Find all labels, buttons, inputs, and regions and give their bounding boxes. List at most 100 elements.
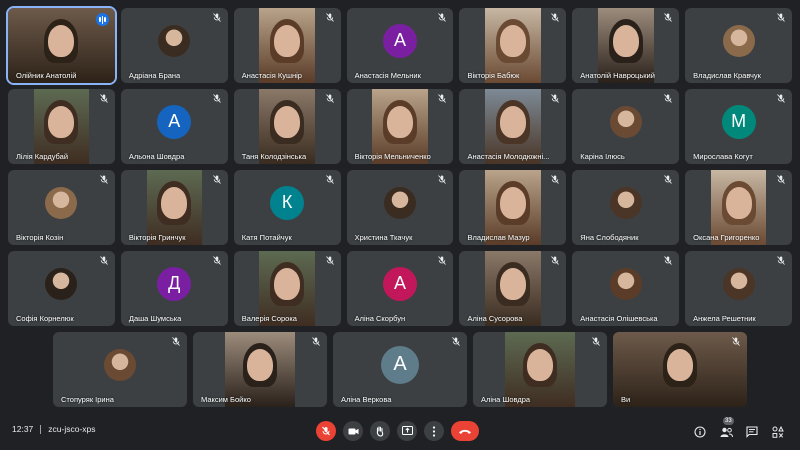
side-panel-buttons: 33 [694, 417, 784, 438]
participant-tile[interactable]: Владислав Кравчук [685, 8, 793, 83]
participant-tile[interactable]: Вікторія Козін [8, 170, 115, 245]
muted-mic-icon [551, 175, 560, 184]
participant-name: Анатолій Навроцький [580, 71, 655, 80]
video-person-face [725, 186, 752, 219]
participant-tile[interactable]: Анжела Решетник [685, 251, 793, 326]
camera-icon [348, 428, 358, 434]
participant-tile[interactable]: Оксана Григоренко [685, 170, 793, 245]
video-person-face [48, 24, 75, 57]
people-icon [720, 427, 733, 438]
participant-tile[interactable]: Христина Ткачук [346, 170, 454, 245]
mic-toggle-button[interactable] [316, 421, 336, 441]
video-person-face [526, 348, 553, 381]
muted-mic-icon [551, 13, 560, 22]
participant-tile[interactable]: Владислав Мазур [459, 170, 567, 245]
raise-hand-icon [376, 425, 384, 437]
participant-tile[interactable]: Стопуряк Ірина [53, 332, 187, 407]
participant-name: Валерія Сорока [241, 314, 297, 323]
muted-mic-icon [325, 13, 334, 22]
video-person-face [161, 186, 188, 219]
participant-tile[interactable]: Аліна Сусорова [459, 251, 567, 326]
muted-mic-icon [452, 337, 460, 346]
participant-tile[interactable]: А Аліна Скорбун [346, 251, 454, 326]
participant-row: Софія Корнелюк Д Даша Шумська Валерія Сорок… [8, 251, 793, 326]
participant-name: Адріана Брана [128, 71, 181, 80]
participant-tile[interactable]: Аліна Шовдра [473, 332, 607, 407]
participant-name: Софія Корнелюк [16, 314, 74, 323]
participant-name: Аліна Скорбун [354, 314, 406, 323]
muted-mic-icon [100, 94, 108, 103]
avatar-photo [609, 105, 642, 138]
participant-tile[interactable]: Ви [613, 332, 747, 407]
raise-hand-button[interactable] [370, 421, 390, 441]
participant-name: Вікторія Гринчук [128, 233, 186, 242]
activities-button[interactable] [772, 425, 784, 438]
participant-tile[interactable]: М Мирослава Когут [685, 89, 793, 164]
avatar-photo [45, 186, 78, 219]
avatar-photo [104, 348, 136, 381]
participant-tile[interactable]: Вікторія Гринчук [120, 170, 228, 245]
muted-mic-icon [551, 256, 560, 265]
participant-tile[interactable]: Максим Бойко [193, 332, 327, 407]
meeting-details[interactable]: 12:37 zcu-jsco-xps [12, 424, 96, 435]
participant-tile[interactable]: Олійник Анатолій [6, 6, 117, 85]
participant-tile[interactable]: А Аліна Веркова [333, 332, 467, 407]
participant-tile[interactable]: Анастасія Молодюжні... [459, 89, 567, 164]
muted-mic-icon [592, 337, 600, 346]
avatar-initial: А [383, 266, 417, 301]
participant-tile[interactable]: Д Даша Шумська [120, 251, 228, 326]
participant-tile[interactable]: К Катя Потайчук [233, 170, 341, 245]
muted-mic-icon [325, 175, 334, 184]
participant-name: Даша Шумська [128, 314, 182, 323]
participant-tile[interactable]: Вікторія Мельниченко [346, 89, 454, 164]
participant-tile[interactable]: Вікторія Бабюк [459, 8, 567, 83]
participant-name: Катя Потайчук [241, 233, 292, 242]
present-screen-icon [401, 426, 413, 435]
video-person-face [274, 267, 301, 300]
people-button[interactable]: 33 [720, 417, 734, 438]
participant-tile[interactable]: Анастасія Олішевська [572, 251, 680, 326]
participant-tile[interactable]: Яна Слободяник [572, 170, 680, 245]
participant-name: Владислав Мазур [467, 233, 530, 242]
video-person-face [274, 24, 301, 57]
participant-name: Мирослава Когут [693, 152, 753, 161]
muted-mic-icon [664, 94, 672, 103]
participant-tile[interactable]: Софія Корнелюк [8, 251, 115, 326]
muted-mic-icon [100, 256, 108, 265]
meeting-info-button[interactable] [694, 425, 706, 438]
muted-mic-icon [325, 94, 334, 103]
participant-tile[interactable]: Анастасія Кушнір [233, 8, 341, 83]
participant-name: Ви [621, 395, 631, 404]
separator [40, 425, 42, 435]
participant-tile[interactable]: Таня Колодзінська [233, 89, 341, 164]
participant-tile[interactable]: А Анастасія Мельник [346, 8, 454, 83]
video-person-face [499, 267, 526, 300]
present-button[interactable] [397, 421, 417, 441]
participant-tile[interactable]: Каріна Ілюсь [572, 89, 680, 164]
avatar-initial: А [381, 345, 419, 384]
participant-row: Олійник Анатолій Адріана Брана Анастасія К… [6, 6, 793, 85]
participant-tile[interactable]: А Альона Шовдра [120, 89, 228, 164]
participant-row: Стопуряк Ірина Максим Бойко А Аліна Веркова… [8, 332, 792, 407]
participant-tile[interactable]: Лілія Кардубай [8, 89, 115, 164]
participant-name: Анастасія Мельник [354, 71, 421, 80]
participant-tile[interactable]: Валерія Сорока [233, 251, 341, 326]
participant-tile[interactable]: Анатолій Навроцький [572, 8, 680, 83]
participant-name: Вікторія Бабюк [467, 71, 520, 80]
participant-tile[interactable]: Адріана Брана [120, 8, 228, 83]
muted-mic-icon [777, 94, 785, 103]
avatar-photo [609, 186, 642, 219]
participant-name: Максим Бойко [201, 395, 251, 404]
more-options-icon [432, 425, 436, 437]
call-controls [316, 421, 479, 441]
more-options-button[interactable] [424, 421, 444, 441]
muted-mic-icon [777, 256, 785, 265]
participant-name: Вікторія Мельниченко [354, 152, 431, 161]
leave-call-button[interactable] [451, 421, 479, 441]
camera-toggle-button[interactable] [343, 421, 363, 441]
muted-mic-icon [664, 175, 672, 184]
participant-name: Лілія Кардубай [16, 152, 69, 161]
avatar-photo [722, 267, 755, 300]
muted-mic-icon [312, 337, 320, 346]
chat-button[interactable] [746, 425, 758, 438]
